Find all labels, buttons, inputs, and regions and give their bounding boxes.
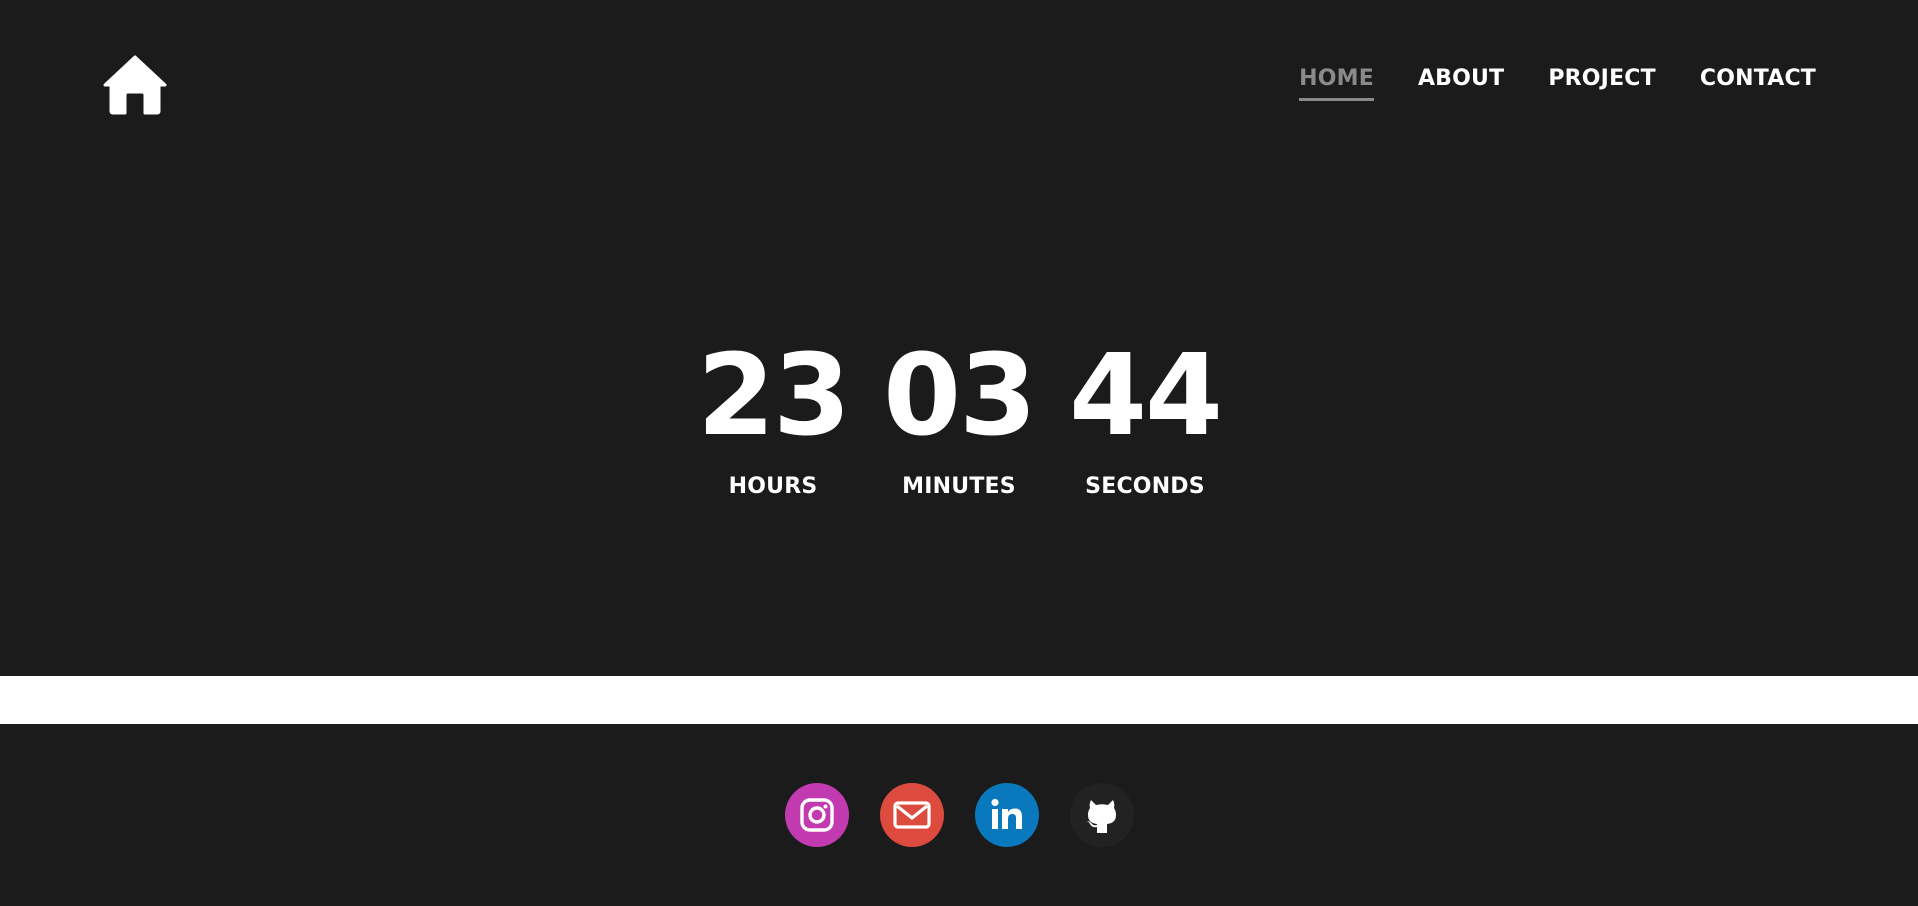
hours-label: HOURS — [728, 474, 818, 499]
nav-item-about[interactable]: ABOUT — [1418, 68, 1504, 101]
countdown-timer: 23 HOURS 03 MINUTES 44 SECONDS — [0, 340, 1918, 499]
social-links — [0, 783, 1918, 847]
instagram-link[interactable] — [784, 783, 849, 847]
home-icon[interactable] — [103, 55, 167, 115]
seconds-value: 44 — [1069, 331, 1223, 461]
instagram-icon — [799, 798, 834, 832]
minutes-value: 03 — [883, 331, 1037, 461]
countdown-hours: 23 HOURS — [680, 340, 866, 499]
seconds-label: SECONDS — [1085, 474, 1205, 499]
linkedin-link[interactable] — [974, 783, 1039, 847]
page: HOME ABOUT PROJECT CONTACT 23 HOURS 03 M… — [0, 0, 1918, 906]
countdown-seconds: 44 SECONDS — [1052, 340, 1238, 499]
mail-icon — [892, 801, 931, 829]
nav-item-contact[interactable]: CONTACT — [1700, 68, 1816, 101]
linkedin-icon — [990, 798, 1022, 829]
hours-value: 23 — [697, 331, 851, 461]
site-header: HOME ABOUT PROJECT CONTACT — [0, 0, 1918, 160]
email-link[interactable] — [879, 783, 944, 847]
countdown-minutes: 03 MINUTES — [866, 340, 1052, 499]
minutes-label: MINUTES — [902, 474, 1016, 499]
nav-item-project[interactable]: PROJECT — [1548, 68, 1656, 101]
site-footer — [0, 724, 1918, 906]
nav-item-home[interactable]: HOME — [1299, 68, 1374, 101]
main-nav: HOME ABOUT PROJECT CONTACT — [1299, 68, 1816, 101]
github-link[interactable] — [1069, 783, 1134, 847]
white-divider-band — [0, 676, 1918, 724]
github-icon — [1086, 800, 1116, 833]
